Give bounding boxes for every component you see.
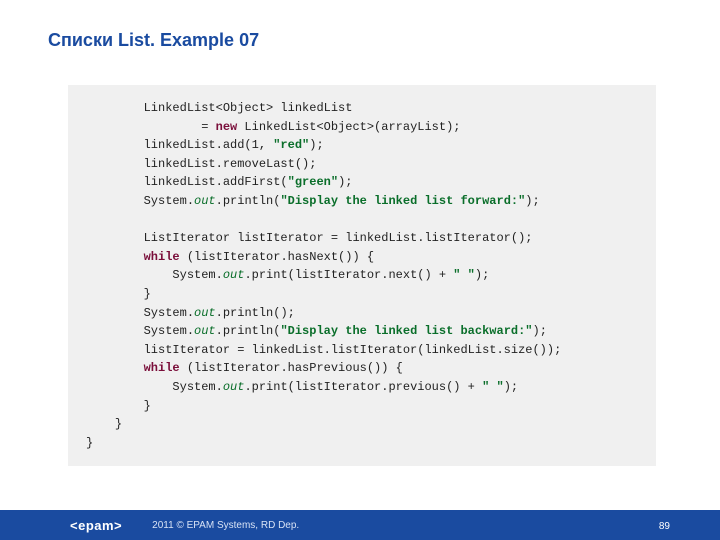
epam-logo: <epam> [70, 518, 122, 533]
code-text: linkedList.add(1, [144, 138, 274, 152]
code-text: System. [144, 268, 223, 282]
footer-bar: <epam> 2011 © EPAM Systems, RD Dep. 89 [0, 510, 720, 540]
string-literal: "red" [273, 138, 309, 152]
code-text: System. [144, 380, 223, 394]
code-line: } [115, 417, 122, 431]
code-text: ); [338, 175, 352, 189]
code-text: .println( [216, 324, 281, 338]
keyword: while [144, 361, 180, 375]
string-literal: " " [453, 268, 475, 282]
code-text: ); [533, 324, 547, 338]
code-text: (listIterator.hasPrevious()) { [180, 361, 403, 375]
field: out [194, 194, 216, 208]
code-text: .println( [216, 194, 281, 208]
code-line: } [86, 436, 93, 450]
field: out [223, 380, 245, 394]
code-text: linkedList.addFirst( [144, 175, 288, 189]
code-text: .print(listIterator.next() + [244, 268, 453, 282]
code-text: .println(); [216, 306, 295, 320]
code-text: LinkedList<Object>(arrayList); [237, 120, 460, 134]
slide-title: Списки List. Example 07 [48, 30, 259, 51]
page-number: 89 [659, 521, 670, 532]
code-block: LinkedList<Object> linkedList = new Link… [68, 85, 656, 466]
code-text: System. [144, 306, 194, 320]
code-line: } [144, 399, 151, 413]
string-literal: "Display the linked list forward:" [280, 194, 525, 208]
string-literal: "green" [288, 175, 338, 189]
code-line: LinkedList<Object> linkedList [144, 101, 353, 115]
code-line: = [144, 120, 216, 134]
code-text: System. [144, 324, 194, 338]
field: out [223, 268, 245, 282]
code-text: (listIterator.hasNext()) { [180, 250, 374, 264]
code-text: ); [504, 380, 518, 394]
keyword: new [216, 120, 238, 134]
string-literal: " " [482, 380, 504, 394]
code-line: } [144, 287, 151, 301]
code-line: ListIterator listIterator = linkedList.l… [144, 231, 533, 245]
field: out [194, 306, 216, 320]
code-text: ); [525, 194, 539, 208]
code-text: System. [144, 194, 194, 208]
string-literal: "Display the linked list backward:" [280, 324, 532, 338]
code-text: .print(listIterator.previous() + [244, 380, 482, 394]
keyword: while [144, 250, 180, 264]
code-text: ); [475, 268, 489, 282]
code-line: listIterator = linkedList.listIterator(l… [144, 343, 562, 357]
code-line: linkedList.removeLast(); [144, 157, 317, 171]
code-text: ); [309, 138, 323, 152]
field: out [194, 324, 216, 338]
copyright-text: 2011 © EPAM Systems, RD Dep. [152, 520, 299, 531]
